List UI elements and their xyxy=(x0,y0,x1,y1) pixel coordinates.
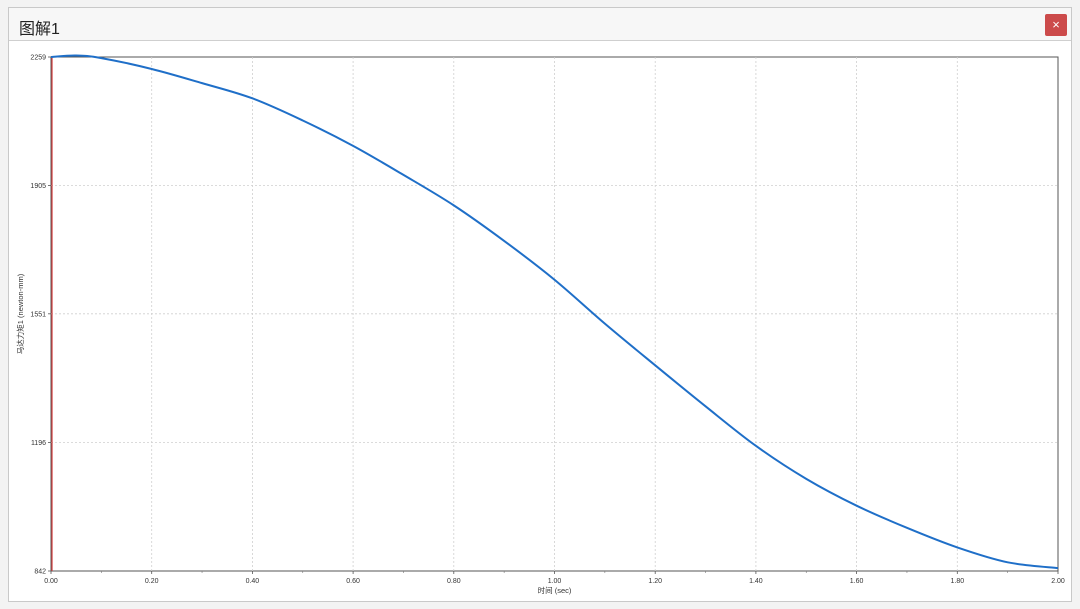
x-tick-label: 0.80 xyxy=(447,578,461,585)
x-axis-label: 时间 (sec) xyxy=(538,585,572,595)
y-tick-label: 2259 xyxy=(30,55,46,62)
x-tick-label: 0.00 xyxy=(44,578,58,585)
window-titlebar: 图解1 × xyxy=(9,8,1071,41)
x-tick-label: 1.80 xyxy=(950,578,964,585)
x-tick-label: 1.20 xyxy=(648,578,662,585)
x-tick-label: 1.40 xyxy=(749,578,763,585)
y-axis-label: 马达力矩1 (newton-mm) xyxy=(15,273,25,354)
motor-torque-chart: 0.00 0.20 0.40 0.60 0.80 1.00 1.20 1.40 1.60 1.80… xyxy=(15,54,1065,596)
x-tick-label: 1.60 xyxy=(850,578,864,585)
window-title: 图解1 xyxy=(19,21,60,38)
plot-area: 0.00 0.20 0.40 0.60 0.80 1.00 1.20 1.40 1.60 1.80… xyxy=(13,41,1069,601)
x-tick-label: 2.00 xyxy=(1051,578,1065,585)
x-tick-label: 1.00 xyxy=(548,578,562,585)
chart-window: 图解1 × 0.00 0.20 0.40 0.60 0.80 1.00 1.20 1.40 1.… xyxy=(8,7,1072,602)
close-icon: × xyxy=(1052,17,1060,32)
y-tick-label: 1905 xyxy=(30,183,46,190)
series-line xyxy=(50,54,1059,570)
x-tick-label: 0.40 xyxy=(246,578,260,585)
y-tick-label: 1196 xyxy=(31,440,46,447)
y-tick-label: 1551 xyxy=(30,311,46,318)
close-button[interactable]: × xyxy=(1045,14,1067,36)
x-tick-label: 0.20 xyxy=(145,578,159,585)
x-tick-label: 0.60 xyxy=(346,578,360,585)
y-tick-label: 842 xyxy=(34,569,46,576)
